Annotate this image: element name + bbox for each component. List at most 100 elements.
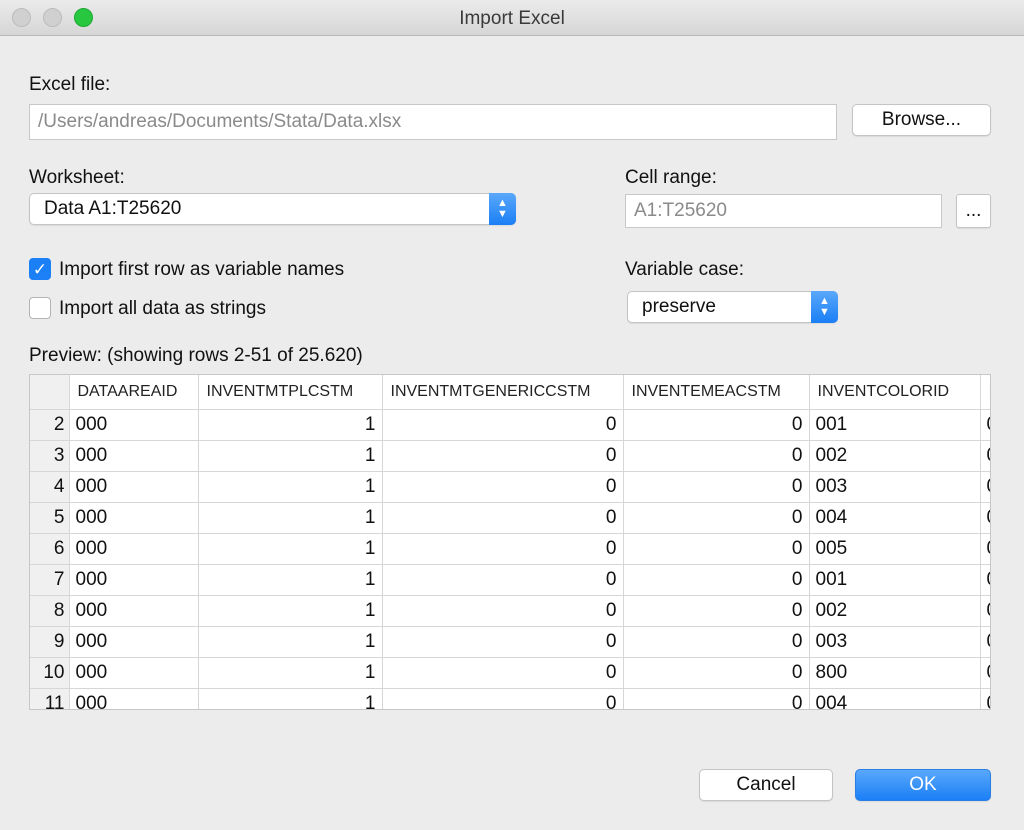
title-bar: Import Excel [0, 0, 1024, 36]
table-cell: 002 [809, 595, 981, 627]
table-cell: 000 [69, 657, 199, 689]
table-cell: 0 [382, 626, 624, 658]
worksheet-stepper-icon: ▲ ▼ [489, 193, 516, 225]
row-number: 8 [30, 595, 70, 627]
table-cell: 0 [623, 564, 810, 596]
table-cell: 0 [980, 657, 990, 689]
window-title: Import Excel [459, 8, 565, 29]
table-cell: 1 [198, 409, 383, 441]
preview-header-row: DATAAREAID INVENTMTPLCSTM INVENTMTGENERI… [30, 375, 990, 410]
table-cell: 0 [382, 657, 624, 689]
cancel-button[interactable]: Cancel [699, 769, 833, 801]
row-number: 2 [30, 409, 70, 441]
table-cell: 005 [809, 533, 981, 565]
variable-case-select[interactable]: preserve ▲ ▼ [627, 291, 838, 323]
table-cell: 0 [980, 626, 990, 658]
cell-range-picker-button[interactable]: ... [956, 194, 991, 228]
table-cell: 003 [809, 626, 981, 658]
table-row[interactable]: 50001000040 [30, 502, 990, 534]
table-row[interactable]: 60001000050 [30, 533, 990, 565]
column-header[interactable]: INVENTEMEACSTM [623, 375, 810, 410]
preview-table: DATAAREAID INVENTMTPLCSTM INVENTMTGENERI… [30, 375, 990, 709]
browse-button[interactable]: Browse... [852, 104, 991, 136]
table-cell: 0 [980, 595, 990, 627]
table-cell: 000 [69, 533, 199, 565]
cell-range-label: Cell range: [625, 167, 717, 188]
column-header[interactable]: IN [980, 375, 990, 410]
table-cell: 001 [809, 564, 981, 596]
import-first-row-label: Import first row as variable names [59, 259, 345, 280]
table-cell: 0 [382, 471, 624, 503]
row-number: 4 [30, 471, 70, 503]
table-row[interactable]: 110001000040 [30, 688, 990, 709]
table-cell: 0 [382, 440, 624, 472]
row-number: 5 [30, 502, 70, 534]
table-cell: 0 [623, 409, 810, 441]
table-cell: 0 [382, 533, 624, 565]
table-cell: 000 [69, 440, 199, 472]
variable-case-label: Variable case: [625, 259, 744, 280]
column-header[interactable]: DATAAREAID [69, 375, 199, 410]
table-cell: 0 [623, 626, 810, 658]
table-cell: 0 [980, 409, 990, 441]
table-cell: 004 [809, 688, 981, 709]
cell-range-field[interactable]: A1:T25620 [625, 194, 942, 228]
variable-case-selected-value: preserve [642, 296, 716, 317]
table-cell: 0 [623, 657, 810, 689]
table-cell: 0 [980, 471, 990, 503]
table-cell: 0 [980, 688, 990, 709]
ok-button[interactable]: OK [855, 769, 991, 801]
table-cell: 1 [198, 688, 383, 709]
row-number: 11 [30, 688, 70, 709]
import-first-row-checkbox[interactable]: ✓ [29, 258, 51, 280]
table-row[interactable]: 80001000020 [30, 595, 990, 627]
variable-case-stepper-icon: ▲ ▼ [811, 291, 838, 323]
table-row[interactable]: 30001000020 [30, 440, 990, 472]
table-row[interactable]: 20001000010 [30, 409, 990, 441]
table-cell: 0 [980, 440, 990, 472]
table-cell: 004 [809, 502, 981, 534]
table-cell: 000 [69, 564, 199, 596]
table-cell: 000 [69, 502, 199, 534]
worksheet-selected-value: Data A1:T25620 [44, 198, 182, 219]
table-cell: 1 [198, 595, 383, 627]
table-cell: 1 [198, 502, 383, 534]
table-cell: 0 [623, 471, 810, 503]
table-cell: 0 [382, 409, 624, 441]
table-cell: 0 [623, 502, 810, 534]
table-cell: 000 [69, 688, 199, 709]
table-cell: 0 [980, 564, 990, 596]
import-all-strings-checkbox[interactable] [29, 297, 51, 319]
worksheet-select[interactable]: Data A1:T25620 ▲ ▼ [29, 193, 516, 225]
table-cell: 0 [382, 688, 624, 709]
row-number: 6 [30, 533, 70, 565]
table-cell: 1 [198, 657, 383, 689]
table-cell: 0 [623, 688, 810, 709]
table-row[interactable]: 40001000030 [30, 471, 990, 503]
preview-corner-cell [30, 375, 70, 410]
column-header[interactable]: INVENTMTGENERICCSTM [382, 375, 624, 410]
table-cell: 000 [69, 471, 199, 503]
table-row[interactable]: 100001008000 [30, 657, 990, 689]
table-cell: 001 [809, 409, 981, 441]
table-cell: 0 [382, 595, 624, 627]
table-row[interactable]: 90001000030 [30, 626, 990, 658]
table-cell: 0 [980, 533, 990, 565]
table-cell: 1 [198, 440, 383, 472]
table-row[interactable]: 70001000010 [30, 564, 990, 596]
column-header[interactable]: INVENTMTPLCSTM [198, 375, 383, 410]
excel-file-path-field[interactable]: /Users/andreas/Documents/Stata/Data.xlsx [29, 104, 837, 140]
preview-label: Preview: (showing rows 2-51 of 25.620) [29, 345, 363, 366]
table-cell: 0 [980, 502, 990, 534]
row-number: 9 [30, 626, 70, 658]
table-cell: 0 [382, 564, 624, 596]
table-cell: 002 [809, 440, 981, 472]
preview-grid[interactable]: DATAAREAID INVENTMTPLCSTM INVENTMTGENERI… [29, 374, 991, 710]
table-cell: 1 [198, 564, 383, 596]
table-cell: 1 [198, 626, 383, 658]
column-header[interactable]: INVENTCOLORID [809, 375, 981, 410]
table-cell: 000 [69, 409, 199, 441]
table-cell: 0 [623, 440, 810, 472]
table-cell: 0 [382, 502, 624, 534]
import-all-strings-label: Import all data as strings [59, 298, 266, 319]
